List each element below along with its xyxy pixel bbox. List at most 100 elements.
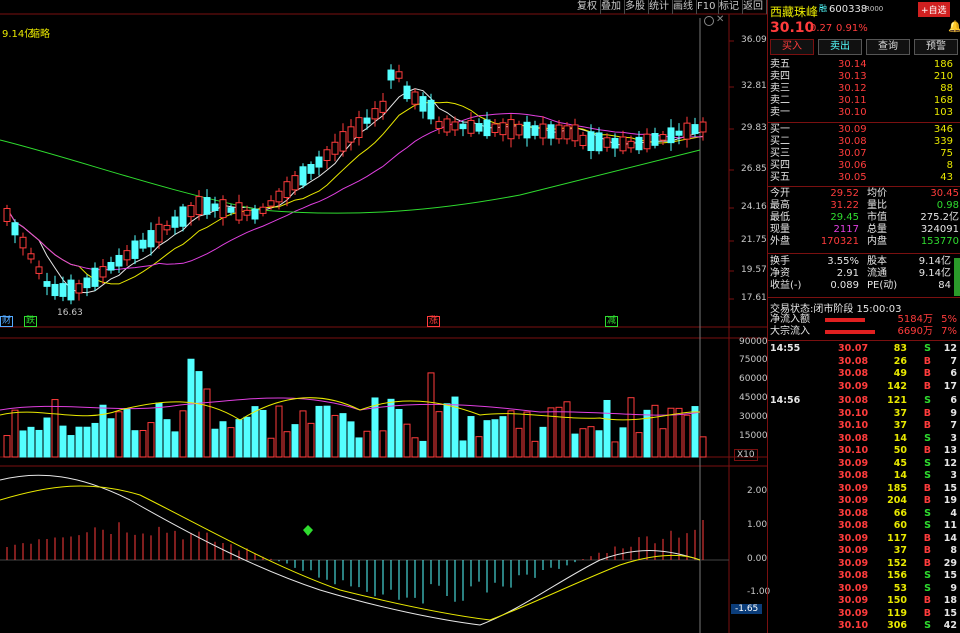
candle-53[interactable] (427, 99, 435, 120)
candle-10[interactable] (83, 277, 91, 289)
candle-57[interactable] (459, 123, 467, 130)
candle-59[interactable] (475, 123, 483, 132)
candle-11[interactable] (91, 267, 99, 287)
candle-68[interactable] (547, 124, 555, 139)
candle-62[interactable] (499, 122, 507, 136)
toolbar-button-0[interactable]: 复权 (574, 0, 601, 14)
tick-row-9[interactable]: 30.09 45 S 12 (770, 458, 959, 470)
candle-65[interactable] (523, 121, 531, 139)
candle-14[interactable] (115, 254, 123, 267)
bid-row-1[interactable]: 买二 30.08 339 (770, 136, 959, 148)
candle-28[interactable] (227, 207, 235, 213)
candle-67[interactable] (539, 123, 547, 139)
tick-row-17[interactable]: 30.09 152 B 29 (770, 558, 959, 570)
candle-35[interactable] (283, 181, 291, 199)
candle-83[interactable] (667, 127, 675, 144)
candle-24[interactable] (195, 196, 203, 216)
candle-15[interactable] (123, 250, 131, 261)
bid-row-0[interactable]: 买一 30.09 346 (770, 124, 959, 136)
candle-86[interactable] (691, 124, 699, 135)
sell-button[interactable]: 卖出 (818, 39, 862, 55)
tick-row-21[interactable]: 30.09 119 B 15 (770, 608, 959, 620)
candle-73[interactable] (587, 131, 595, 152)
candle-78[interactable] (627, 140, 635, 149)
candle-75[interactable] (603, 137, 611, 148)
settings-icon[interactable] (704, 16, 714, 26)
tick-row-20[interactable]: 30.09 150 B 18 (770, 595, 959, 607)
candle-84[interactable] (675, 130, 683, 136)
candle-61[interactable] (491, 123, 499, 133)
candle-6[interactable] (51, 283, 59, 297)
buy-button[interactable]: 买入 (770, 39, 814, 55)
candle-36[interactable] (291, 175, 299, 191)
tick-row-3[interactable]: 30.09 142 B 17 (770, 381, 959, 393)
candle-71[interactable] (571, 124, 579, 142)
candle-66[interactable] (531, 125, 539, 136)
candle-81[interactable] (651, 133, 659, 146)
candle-87[interactable] (699, 121, 707, 133)
tick-row-22[interactable]: 30.10 306 S 42 (770, 620, 959, 632)
candle-40[interactable] (323, 149, 331, 162)
badge-0[interactable]: 跌 (24, 316, 38, 327)
candle-44[interactable] (355, 117, 363, 138)
tick-row-13[interactable]: 30.08 66 S 4 (770, 508, 959, 520)
tick-row-8[interactable]: 30.10 50 B 13 (770, 445, 959, 457)
candle-20[interactable] (163, 224, 171, 231)
candle-39[interactable] (315, 156, 323, 168)
tick-row-16[interactable]: 30.09 37 B 8 (770, 545, 959, 557)
tick-row-14[interactable]: 30.08 60 S 11 (770, 520, 959, 532)
toolbar-button-4[interactable]: 画线 (670, 0, 697, 14)
tick-row-12[interactable]: 30.09 204 B 19 (770, 495, 959, 507)
candle-47[interactable] (379, 100, 387, 113)
badge-3[interactable]: 财 (0, 316, 14, 327)
tick-row-4[interactable]: 14:56 30.08 121 S 6 (770, 395, 959, 407)
candle-48[interactable] (387, 69, 395, 81)
candle-4[interactable] (35, 266, 43, 274)
candle-58[interactable] (467, 119, 475, 134)
bid-row-3[interactable]: 买四 30.06 8 (770, 160, 959, 172)
alert-button[interactable]: 预警 (914, 39, 958, 55)
candle-60[interactable] (483, 119, 491, 137)
candle-7[interactable] (59, 283, 67, 297)
candle-18[interactable] (147, 230, 155, 248)
candle-21[interactable] (171, 216, 179, 228)
candle-69[interactable] (555, 124, 563, 140)
kline-chart[interactable] (0, 0, 767, 633)
candle-23[interactable] (187, 205, 195, 218)
toolbar-button-1[interactable]: 叠加 (598, 0, 625, 14)
candle-32[interactable] (259, 206, 267, 214)
candle-46[interactable] (371, 108, 379, 120)
candle-70[interactable] (563, 125, 571, 140)
candle-3[interactable] (27, 253, 35, 260)
candle-17[interactable] (139, 239, 147, 249)
query-button[interactable]: 查询 (866, 39, 910, 55)
candle-80[interactable] (643, 133, 651, 150)
tick-row-0[interactable]: 14:55 30.07 83 S 12 (770, 343, 959, 355)
tick-row-10[interactable]: 30.08 14 S 3 (770, 470, 959, 482)
candle-22[interactable] (179, 206, 187, 227)
tick-row-1[interactable]: 30.08 26 B 7 (770, 356, 959, 368)
tick-row-6[interactable]: 30.10 37 B 7 (770, 420, 959, 432)
candle-55[interactable] (443, 118, 451, 133)
candle-54[interactable] (435, 121, 443, 129)
candle-77[interactable] (619, 136, 627, 152)
tick-row-11[interactable]: 30.09 185 B 15 (770, 483, 959, 495)
badge-2[interactable]: 减 (605, 316, 619, 327)
candle-41[interactable] (331, 141, 339, 155)
toolbar-button-6[interactable]: 标记 (716, 0, 743, 14)
candle-74[interactable] (595, 132, 603, 152)
candle-72[interactable] (579, 134, 587, 147)
badge-1[interactable]: 涨 (427, 316, 441, 327)
candle-52[interactable] (419, 96, 427, 112)
candle-85[interactable] (683, 122, 691, 140)
candle-56[interactable] (451, 121, 459, 131)
add-watchlist-button[interactable]: +自选 (918, 2, 950, 17)
candle-8[interactable] (67, 279, 75, 301)
candle-38[interactable] (307, 163, 315, 174)
tick-row-15[interactable]: 30.09 117 B 14 (770, 533, 959, 545)
candle-82[interactable] (659, 134, 667, 141)
candle-25[interactable] (203, 197, 211, 215)
ask-row-3[interactable]: 卖二 30.11 168 (770, 95, 959, 107)
candle-1[interactable] (11, 222, 19, 236)
candle-26[interactable] (211, 203, 219, 211)
